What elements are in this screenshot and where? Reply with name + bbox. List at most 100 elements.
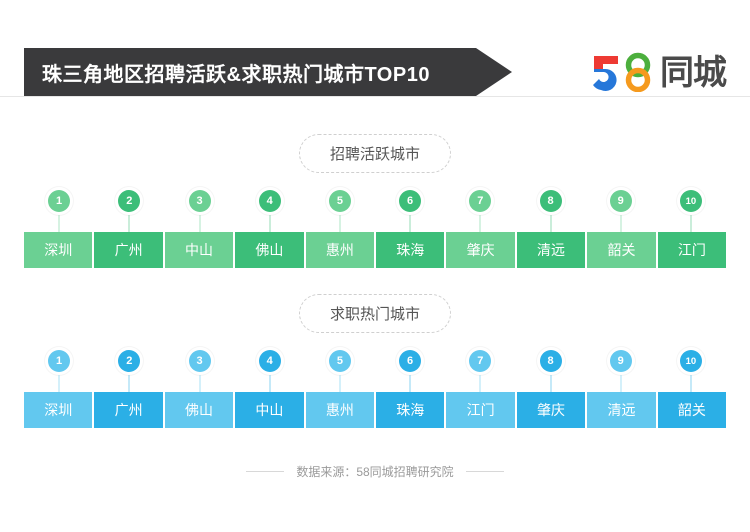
58-logo-icon (593, 52, 651, 92)
city-cell[interactable]: 江门 (446, 392, 515, 428)
rank-badge-stem (550, 375, 552, 392)
city-cell[interactable]: 中山 (164, 232, 234, 268)
rank-badge-stem (690, 375, 692, 392)
rank-badge-cell: 7 (445, 190, 515, 232)
city-cell[interactable]: 肇庆 (516, 392, 586, 428)
rank-badge-cell: 8 (515, 350, 585, 392)
rank-badge: 4 (258, 350, 281, 372)
data-source-text: 数据来源：58同城招聘研究院 (296, 465, 454, 479)
rank-badge-cell: 2 (94, 190, 164, 232)
rank-badge: 3 (188, 190, 211, 212)
rank-badge-cell: 4 (235, 190, 305, 232)
rank-badge-cell: 5 (305, 350, 375, 392)
rank-cells-jobseeking: 深圳 广州 佛山 中山 惠州 珠海 江门 肇庆 清远 韶关 (24, 392, 727, 428)
city-cell[interactable]: 江门 (657, 232, 727, 268)
rank-badge-stem (620, 375, 622, 392)
rank-badge-stem (339, 375, 341, 392)
page-title: 珠三角地区招聘活跃&求职热门城市TOP10 (42, 63, 430, 86)
city-cell[interactable]: 广州 (94, 392, 163, 428)
city-cell[interactable]: 佛山 (235, 232, 304, 268)
rank-badge: 7 (469, 190, 492, 212)
city-cell[interactable]: 肇庆 (446, 232, 515, 268)
rank-badge-cell: 3 (164, 350, 234, 392)
rank-badge: 2 (118, 350, 141, 372)
rank-badge-stem (199, 215, 200, 232)
rank-badge-cell: 10 (656, 350, 726, 392)
rank-badge: 7 (469, 350, 492, 372)
city-cell[interactable]: 韶关 (587, 232, 656, 268)
rank-badge: 5 (328, 350, 351, 372)
city-cell[interactable]: 广州 (94, 232, 163, 268)
rank-badge: 1 (48, 350, 71, 372)
rank-badge: 8 (539, 190, 562, 212)
footer: 数据来源：58同城招聘研究院 (0, 463, 750, 480)
brand-logo: 同城 (590, 50, 727, 94)
rank-badge-stem (409, 215, 411, 232)
rank-cells-recruiting: 深圳 广州 中山 佛山 惠州 珠海 肇庆 清远 韶关 江门 (24, 232, 727, 268)
section-label-recruiting: 招聘活跃城市 (298, 134, 451, 173)
rank-badge-stem (550, 215, 552, 232)
rank-badges-jobseeking: 1 2 3 4 5 6 7 8 9 10 (24, 350, 726, 392)
rank-badge-cell: 9 (586, 350, 656, 392)
city-cell[interactable]: 清远 (587, 392, 656, 428)
rank-badge: 8 (539, 350, 562, 372)
rank-badge: 6 (399, 190, 422, 212)
rank-badge-stem (58, 375, 60, 392)
rank-section-recruiting: 1 2 3 4 5 6 7 8 9 10 深圳 广州 中山 佛山 惠州 珠海 肇庆 清远 韶关 江门 (24, 190, 727, 268)
rank-badge: 9 (609, 190, 632, 212)
rank-badge-stem (479, 375, 481, 392)
rank-badge-stem (479, 215, 481, 232)
rank-badge-cell: 1 (24, 350, 94, 392)
rank-badge-cell: 10 (656, 190, 726, 232)
header-divider (0, 96, 750, 97)
rank-badge-cell: 5 (305, 190, 375, 232)
rank-badge-cell: 4 (235, 350, 305, 392)
footer-rule-right (465, 471, 504, 472)
rank-badge-stem (269, 215, 271, 232)
city-cell[interactable]: 惠州 (305, 392, 375, 428)
rank-section-jobseeking: 1 2 3 4 5 6 7 8 9 10 深圳 广州 佛山 中山 惠州 珠海 江门 肇庆 清远 韶关 (24, 350, 727, 428)
rank-badge-stem (128, 215, 130, 232)
rank-badge-cell: 9 (586, 190, 656, 232)
section-label-wrap-recruiting: 招聘活跃城市 (0, 134, 750, 173)
city-cell[interactable]: 佛山 (164, 392, 234, 428)
rank-badge: 1 (48, 190, 71, 212)
rank-badge-stem (269, 375, 271, 392)
rank-badge-stem (58, 215, 60, 232)
city-cell[interactable]: 韶关 (657, 392, 727, 428)
city-cell[interactable]: 中山 (235, 392, 304, 428)
rank-badge-stem (199, 375, 200, 392)
rank-badge-stem (409, 375, 411, 392)
rank-badge: 3 (188, 350, 211, 372)
section-label-wrap-jobseeking: 求职热门城市 (0, 294, 750, 333)
page-header: 珠三角地区招聘活跃&求职热门城市TOP10 同城 (0, 48, 750, 96)
city-cell[interactable]: 清远 (516, 232, 586, 268)
rank-badge-cell: 2 (94, 350, 164, 392)
city-cell[interactable]: 惠州 (305, 232, 375, 268)
rank-badge-stem (128, 375, 130, 392)
rank-badge-cell: 7 (445, 350, 515, 392)
rank-badge-cell: 3 (164, 190, 234, 232)
rank-badge: 2 (118, 190, 141, 212)
rank-badge: 4 (258, 190, 281, 212)
rank-badge: 9 (609, 350, 632, 372)
rank-badge: 10 (679, 350, 702, 372)
rank-badge-cell: 6 (375, 350, 445, 392)
logo-text: 同城 (660, 54, 727, 92)
city-cell[interactable]: 深圳 (24, 392, 93, 428)
header-title-banner: 珠三角地区招聘活跃&求职热门城市TOP10 (24, 48, 512, 96)
footer-rule-left (246, 471, 285, 472)
rank-badge-stem (620, 215, 622, 232)
city-cell[interactable]: 珠海 (376, 392, 445, 428)
section-label-jobseeking: 求职热门城市 (298, 294, 451, 333)
city-cell[interactable]: 深圳 (24, 232, 93, 268)
rank-badge: 6 (399, 350, 422, 372)
rank-badge-stem (339, 215, 341, 232)
rank-badge-stem (690, 215, 692, 232)
rank-badge: 10 (679, 190, 702, 212)
rank-badge: 5 (328, 190, 351, 212)
rank-badge-cell: 1 (24, 190, 94, 232)
rank-badge-cell: 8 (515, 190, 585, 232)
rank-badges-recruiting: 1 2 3 4 5 6 7 8 9 10 (24, 190, 726, 232)
city-cell[interactable]: 珠海 (376, 232, 445, 268)
